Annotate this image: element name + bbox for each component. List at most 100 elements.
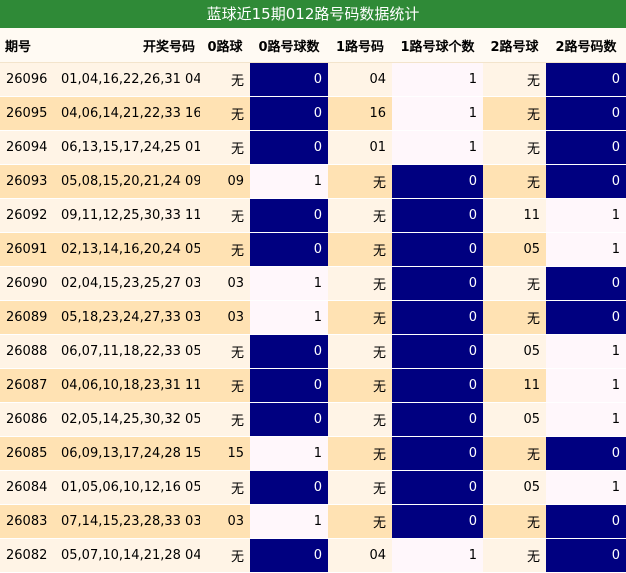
cell-route1: 无 [328, 403, 392, 437]
cell-route0-count: 1 [250, 301, 328, 335]
table-row: 26084 01,05,06,10,12,16 05 无 0 无 0 05 1 [0, 471, 626, 505]
cell-issue: 26085 [0, 437, 55, 471]
cell-route2-count: 0 [546, 539, 626, 573]
cell-issue: 26089 [0, 301, 55, 335]
cell-route1: 16 [328, 97, 392, 131]
cell-route0: 无 [200, 403, 250, 437]
cell-route1: 无 [328, 505, 392, 539]
cell-route0: 无 [200, 471, 250, 505]
cell-route2-count: 0 [546, 505, 626, 539]
cell-route0-count: 1 [250, 505, 328, 539]
cell-route0: 无 [200, 369, 250, 403]
col-header-route1-count: 1路号球个数 [392, 28, 483, 63]
cell-route1-count: 0 [392, 437, 483, 471]
cell-numbers: 01,05,06,10,12,16 05 [55, 471, 200, 505]
cell-route2: 无 [483, 539, 546, 573]
col-header-route0-count: 0路号球数 [250, 28, 328, 63]
cell-numbers: 04,06,10,18,23,31 11 [55, 369, 200, 403]
cell-issue: 26083 [0, 505, 55, 539]
cell-route1: 无 [328, 335, 392, 369]
cell-route0: 无 [200, 335, 250, 369]
table-row: 26086 02,05,14,25,30,32 05 无 0 无 0 05 1 [0, 403, 626, 437]
cell-route0: 无 [200, 199, 250, 233]
cell-route2-count: 1 [546, 403, 626, 437]
cell-route1: 04 [328, 63, 392, 97]
cell-route1: 无 [328, 199, 392, 233]
cell-route1-count: 0 [392, 233, 483, 267]
cell-route2-count: 1 [546, 233, 626, 267]
table-row: 26096 01,04,16,22,26,31 04 无 0 04 1 无 0 [0, 63, 626, 97]
cell-issue: 26090 [0, 267, 55, 301]
table-row: 26095 04,06,14,21,22,33 16 无 0 16 1 无 0 [0, 97, 626, 131]
cell-route2: 11 [483, 199, 546, 233]
cell-route2-count: 1 [546, 471, 626, 505]
cell-route2: 无 [483, 131, 546, 165]
cell-route2: 无 [483, 505, 546, 539]
cell-numbers: 05,18,23,24,27,33 03 [55, 301, 200, 335]
cell-route1-count: 0 [392, 403, 483, 437]
cell-route0-count: 0 [250, 63, 328, 97]
cell-issue: 26088 [0, 335, 55, 369]
table-row: 26082 05,07,10,14,21,28 04 无 0 04 1 无 0 [0, 539, 626, 573]
cell-route0: 03 [200, 267, 250, 301]
cell-route2: 无 [483, 301, 546, 335]
cell-route0-count: 0 [250, 97, 328, 131]
cell-route2-count: 0 [546, 131, 626, 165]
stats-table: 期号 开奖号码 0路球 0路号球数 1路号码 1路号球个数 2路号球 2路号码数… [0, 28, 626, 573]
cell-issue: 26094 [0, 131, 55, 165]
cell-route1-count: 0 [392, 267, 483, 301]
cell-route2: 无 [483, 63, 546, 97]
cell-route0-count: 1 [250, 437, 328, 471]
cell-route2: 05 [483, 471, 546, 505]
col-header-issue: 期号 [0, 28, 55, 63]
cell-route2-count: 0 [546, 165, 626, 199]
cell-route2: 05 [483, 335, 546, 369]
cell-route0-count: 0 [250, 199, 328, 233]
cell-route1: 无 [328, 267, 392, 301]
cell-route0-count: 0 [250, 131, 328, 165]
table-row: 26091 02,13,14,16,20,24 05 无 0 无 0 05 1 [0, 233, 626, 267]
cell-issue: 26084 [0, 471, 55, 505]
cell-issue: 26093 [0, 165, 55, 199]
cell-route2-count: 0 [546, 97, 626, 131]
col-header-route1: 1路号码 [328, 28, 392, 63]
cell-numbers: 06,07,11,18,22,33 05 [55, 335, 200, 369]
col-header-route2-count: 2路号码数 [546, 28, 626, 63]
cell-route2-count: 1 [546, 199, 626, 233]
cell-route1-count: 0 [392, 165, 483, 199]
cell-route1: 04 [328, 539, 392, 573]
cell-route2: 05 [483, 233, 546, 267]
cell-route2: 无 [483, 165, 546, 199]
cell-route2: 无 [483, 97, 546, 131]
cell-route1: 无 [328, 301, 392, 335]
cell-issue: 26091 [0, 233, 55, 267]
cell-route0: 无 [200, 63, 250, 97]
cell-numbers: 06,09,13,17,24,28 15 [55, 437, 200, 471]
cell-route0: 09 [200, 165, 250, 199]
table-row: 26087 04,06,10,18,23,31 11 无 0 无 0 11 1 [0, 369, 626, 403]
table-row: 26093 05,08,15,20,21,24 09 09 1 无 0 无 0 [0, 165, 626, 199]
cell-route0: 无 [200, 131, 250, 165]
cell-numbers: 06,13,15,17,24,25 01 [55, 131, 200, 165]
cell-route0: 15 [200, 437, 250, 471]
cell-route1-count: 1 [392, 63, 483, 97]
table-row: 26089 05,18,23,24,27,33 03 03 1 无 0 无 0 [0, 301, 626, 335]
cell-route1-count: 1 [392, 97, 483, 131]
cell-issue: 26095 [0, 97, 55, 131]
cell-route1: 01 [328, 131, 392, 165]
cell-route0: 03 [200, 505, 250, 539]
table-row: 26090 02,04,15,23,25,27 03 03 1 无 0 无 0 [0, 267, 626, 301]
cell-route0: 03 [200, 301, 250, 335]
cell-route0-count: 0 [250, 335, 328, 369]
cell-numbers: 09,11,12,25,30,33 11 [55, 199, 200, 233]
table-row: 26092 09,11,12,25,30,33 11 无 0 无 0 11 1 [0, 199, 626, 233]
cell-route2: 11 [483, 369, 546, 403]
cell-route1: 无 [328, 369, 392, 403]
table-body: 26096 01,04,16,22,26,31 04 无 0 04 1 无 0 26095 04,… [0, 63, 626, 573]
cell-issue: 26087 [0, 369, 55, 403]
cell-route2: 无 [483, 437, 546, 471]
cell-route2-count: 0 [546, 437, 626, 471]
cell-route1-count: 0 [392, 471, 483, 505]
cell-numbers: 07,14,15,23,28,33 03 [55, 505, 200, 539]
header-row: 期号 开奖号码 0路球 0路号球数 1路号码 1路号球个数 2路号球 2路号码数 [0, 28, 626, 63]
